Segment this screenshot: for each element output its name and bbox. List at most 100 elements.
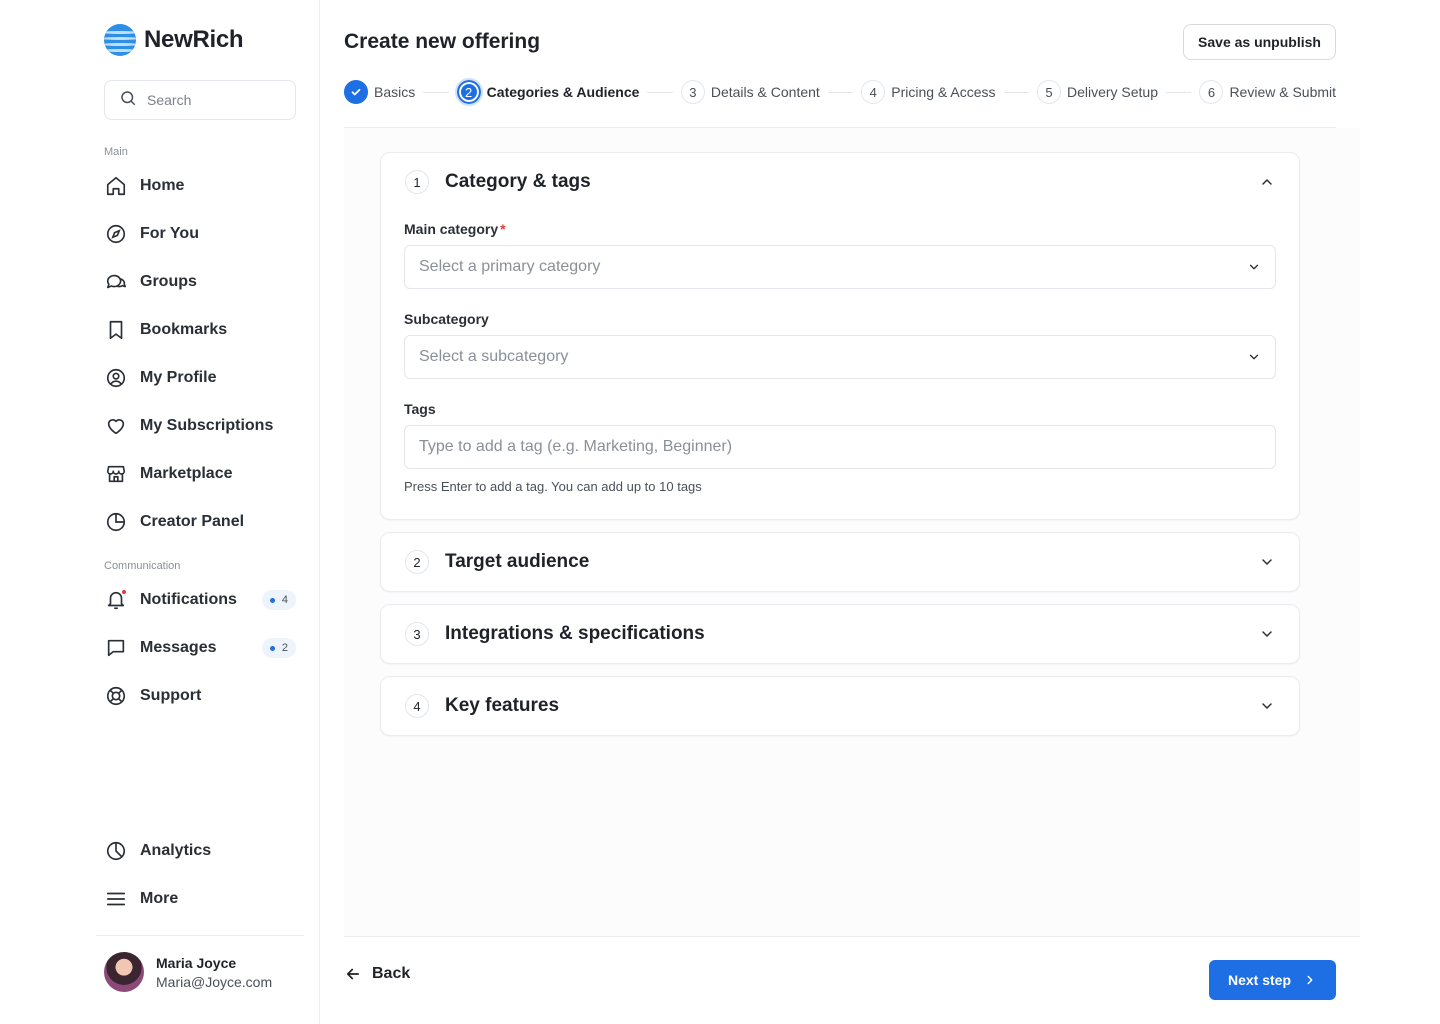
avatar bbox=[104, 952, 144, 992]
nav-label: Support bbox=[140, 687, 202, 704]
step-categories-audience[interactable]: 2 Categories & Audience bbox=[454, 78, 639, 106]
chevron-down-icon[interactable] bbox=[1259, 554, 1275, 570]
sidebar: NewRich Main Home For You Groups bbox=[0, 0, 320, 1024]
section-key-features: 4 Key features bbox=[380, 676, 1300, 736]
nav-label: Creator Panel bbox=[140, 513, 245, 530]
step-number: 5 bbox=[1036, 80, 1061, 104]
nav-item-marketplace[interactable]: Marketplace bbox=[104, 450, 296, 498]
step-details-content[interactable]: 3 Details & Content bbox=[680, 80, 820, 104]
section-title: Target audience bbox=[445, 551, 590, 572]
step-number: 6 bbox=[1199, 80, 1224, 104]
section-header[interactable]: 4 Key features bbox=[381, 677, 1299, 735]
nav-item-for-you[interactable]: For You bbox=[104, 210, 296, 258]
step-separator bbox=[827, 91, 854, 93]
bell-icon bbox=[104, 588, 128, 612]
save-as-unpublish-button[interactable]: Save as unpublish bbox=[1183, 24, 1336, 60]
nav-item-creator-panel[interactable]: Creator Panel bbox=[104, 498, 296, 546]
select-placeholder: Select a primary category bbox=[419, 258, 601, 275]
step-number: 2 bbox=[454, 78, 483, 106]
nav-item-notifications[interactable]: Notifications 4 bbox=[104, 576, 296, 624]
section-number: 4 bbox=[405, 694, 429, 718]
section-header[interactable]: 1 Category & tags bbox=[381, 153, 1299, 211]
section-number: 1 bbox=[405, 170, 429, 194]
section-target-audience: 2 Target audience bbox=[380, 532, 1300, 592]
unread-dot bbox=[121, 589, 127, 595]
store-icon bbox=[104, 462, 128, 486]
message-icon bbox=[104, 636, 128, 660]
tags-help-text: Press Enter to add a tag. You can add up… bbox=[404, 479, 702, 494]
nav-item-analytics[interactable]: Analytics bbox=[104, 827, 296, 875]
count-badge: 4 bbox=[261, 590, 296, 610]
nav-item-bookmarks[interactable]: Bookmarks bbox=[104, 306, 296, 354]
main-content: Create new offering Save as unpublish Ba… bbox=[320, 0, 1440, 1024]
section-category-tags: 1 Category & tags Main category * Select … bbox=[380, 152, 1300, 520]
nav-item-home[interactable]: Home bbox=[104, 162, 296, 210]
count-badge: 2 bbox=[261, 638, 296, 658]
chat-bubbles-icon bbox=[104, 270, 128, 294]
required-marker: * bbox=[500, 221, 506, 237]
nav-item-my-profile[interactable]: My Profile bbox=[104, 354, 296, 402]
section-number: 3 bbox=[405, 622, 429, 646]
sidebar-divider bbox=[96, 935, 304, 936]
search-box[interactable] bbox=[104, 80, 296, 120]
step-label: Delivery Setup bbox=[1066, 84, 1158, 100]
step-review-submit[interactable]: 6 Review & Submit bbox=[1199, 80, 1336, 104]
chevron-down-icon[interactable] bbox=[1259, 698, 1275, 714]
back-button[interactable]: Back bbox=[344, 965, 410, 983]
step-separator bbox=[1003, 91, 1029, 93]
compass-icon bbox=[104, 222, 128, 246]
tags-input[interactable] bbox=[404, 425, 1276, 469]
main-nav: Home For You Groups Bookmarks My Profile… bbox=[104, 162, 296, 546]
section-label-communication: Communication bbox=[104, 560, 181, 572]
nav-label: My Subscriptions bbox=[140, 417, 274, 434]
lifebuoy-icon bbox=[104, 684, 128, 708]
nav-label: Marketplace bbox=[140, 465, 233, 482]
step-label: Review & Submit bbox=[1229, 84, 1337, 100]
main-category-select[interactable]: Select a primary category bbox=[404, 245, 1276, 289]
bookmark-icon bbox=[104, 318, 128, 342]
footer-divider bbox=[344, 936, 1360, 937]
menu-icon bbox=[104, 887, 128, 911]
section-header[interactable]: 3 Integrations & specifications bbox=[381, 605, 1299, 663]
section-header[interactable]: 2 Target audience bbox=[381, 533, 1299, 591]
nav-item-messages[interactable]: Messages 2 bbox=[104, 624, 296, 672]
home-icon bbox=[104, 174, 128, 198]
arrow-left-icon bbox=[346, 968, 360, 980]
brand[interactable]: NewRich bbox=[104, 24, 244, 56]
select-placeholder: Select a subcategory bbox=[419, 348, 569, 365]
section-title: Key features bbox=[445, 695, 560, 716]
tags-label: Tags bbox=[404, 401, 436, 417]
section-number: 2 bbox=[405, 550, 429, 574]
nav-item-groups[interactable]: Groups bbox=[104, 258, 296, 306]
nav-item-my-subscriptions[interactable]: My Subscriptions bbox=[104, 402, 296, 450]
main-category-label: Main category * bbox=[404, 221, 506, 237]
communication-nav: Notifications 4 Messages 2 Support bbox=[104, 576, 296, 720]
nav-label: Messages bbox=[140, 639, 217, 656]
nav-label: Home bbox=[140, 177, 185, 194]
chevron-down-icon bbox=[1249, 354, 1259, 360]
nav-label: Bookmarks bbox=[140, 321, 228, 338]
nav-item-more[interactable]: More bbox=[104, 875, 296, 923]
chevron-down-icon[interactable] bbox=[1259, 626, 1275, 642]
section-title: Category & tags bbox=[445, 171, 591, 192]
check-icon bbox=[344, 80, 368, 104]
step-label: Pricing & Access bbox=[891, 84, 996, 100]
pie-chart-icon bbox=[104, 510, 128, 534]
back-label: Back bbox=[372, 965, 411, 982]
user-email: Maria@Joyce.com bbox=[156, 973, 273, 990]
chevron-down-icon bbox=[1249, 264, 1259, 270]
search-input[interactable] bbox=[147, 92, 277, 108]
step-delivery-setup[interactable]: 5 Delivery Setup bbox=[1036, 80, 1158, 104]
nav-item-support[interactable]: Support bbox=[104, 672, 296, 720]
globe-waves-icon bbox=[104, 24, 136, 56]
chevron-up-icon[interactable] bbox=[1259, 174, 1275, 190]
subcategory-select[interactable]: Select a subcategory bbox=[404, 335, 1276, 379]
user-profile[interactable]: Maria Joyce Maria@Joyce.com bbox=[104, 952, 272, 992]
nav-label: My Profile bbox=[140, 369, 217, 386]
step-pricing-access[interactable]: 4 Pricing & Access bbox=[861, 80, 996, 104]
step-basics[interactable]: Basics bbox=[344, 80, 415, 104]
section-title: Integrations & specifications bbox=[445, 623, 705, 644]
bottom-nav: Analytics More bbox=[104, 827, 296, 923]
next-step-button[interactable]: Next step bbox=[1209, 960, 1336, 1000]
nav-label: For You bbox=[140, 225, 199, 242]
